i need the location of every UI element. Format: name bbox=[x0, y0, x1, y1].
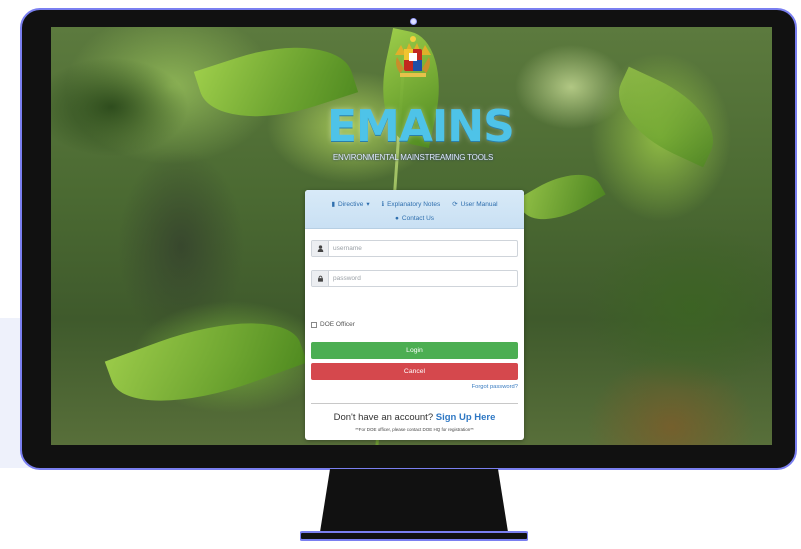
mockup-stage: EMAINS ENVIRONMENTAL MAINSTREAMING TOOLS… bbox=[0, 0, 801, 549]
nav-user-manual-label: User Manual bbox=[460, 200, 498, 208]
checkbox-box[interactable] bbox=[311, 321, 317, 328]
caret-down-icon: ▾ bbox=[366, 201, 370, 208]
nav-directive-label: Directive bbox=[338, 200, 364, 208]
monitor-frame: EMAINS ENVIRONMENTAL MAINSTREAMING TOOLS… bbox=[20, 8, 797, 470]
nav-contact-us[interactable]: ● Contact Us bbox=[395, 215, 434, 222]
password-field bbox=[311, 270, 518, 287]
leaf-decoration bbox=[516, 159, 606, 235]
nav-explanatory-notes[interactable]: ℹ Explanatory Notes bbox=[381, 200, 441, 209]
refresh-icon: ⟳ bbox=[452, 201, 458, 208]
doe-officer-label: DOE Officer bbox=[320, 321, 355, 328]
nav-explanatory-notes-label: Explanatory Notes bbox=[387, 200, 441, 208]
nav-contact-us-label: Contact Us bbox=[401, 215, 435, 222]
screen: EMAINS ENVIRONMENTAL MAINSTREAMING TOOLS… bbox=[51, 27, 772, 445]
signup-prompt-text: Don't have an account? bbox=[333, 412, 434, 423]
brand-title: EMAINS bbox=[327, 101, 515, 152]
divider bbox=[311, 403, 518, 404]
login-button[interactable]: Login bbox=[311, 342, 518, 359]
crest-logo bbox=[395, 36, 431, 77]
forgot-password-link[interactable]: Forgot password? bbox=[472, 384, 518, 390]
brand-tagline: ENVIRONMENTAL MAINSTREAMING TOOLS bbox=[332, 153, 494, 162]
login-card: ▮ Directive ▾ ℹ Explanatory Notes ⟳ User… bbox=[305, 190, 524, 440]
info-icon: ℹ bbox=[381, 201, 385, 208]
cancel-button[interactable]: Cancel bbox=[311, 363, 518, 380]
globe-icon: ● bbox=[394, 215, 399, 222]
signup-prompt: Don't have an account? Sign Up Here bbox=[305, 412, 524, 423]
password-input[interactable] bbox=[329, 271, 517, 286]
doe-officer-checkbox[interactable]: DOE Officer bbox=[311, 321, 355, 328]
monitor-stand bbox=[300, 469, 528, 541]
nav-user-manual[interactable]: ⟳ User Manual bbox=[452, 200, 498, 209]
leaf-decoration bbox=[603, 66, 729, 168]
bookmark-icon: ▮ bbox=[331, 201, 336, 208]
leaf-decoration bbox=[104, 296, 308, 428]
lock-icon bbox=[312, 271, 329, 286]
nav-directive[interactable]: ▮ Directive ▾ bbox=[331, 200, 370, 209]
user-icon bbox=[312, 241, 329, 256]
username-field bbox=[311, 240, 518, 257]
card-nav: ▮ Directive ▾ ℹ Explanatory Notes ⟳ User… bbox=[305, 190, 524, 229]
doe-registration-note: **For DOE officer, please contact DOE HQ… bbox=[355, 427, 474, 432]
camera-dot bbox=[410, 18, 417, 25]
signup-link[interactable]: Sign Up Here bbox=[436, 412, 496, 423]
username-input[interactable] bbox=[329, 241, 517, 256]
